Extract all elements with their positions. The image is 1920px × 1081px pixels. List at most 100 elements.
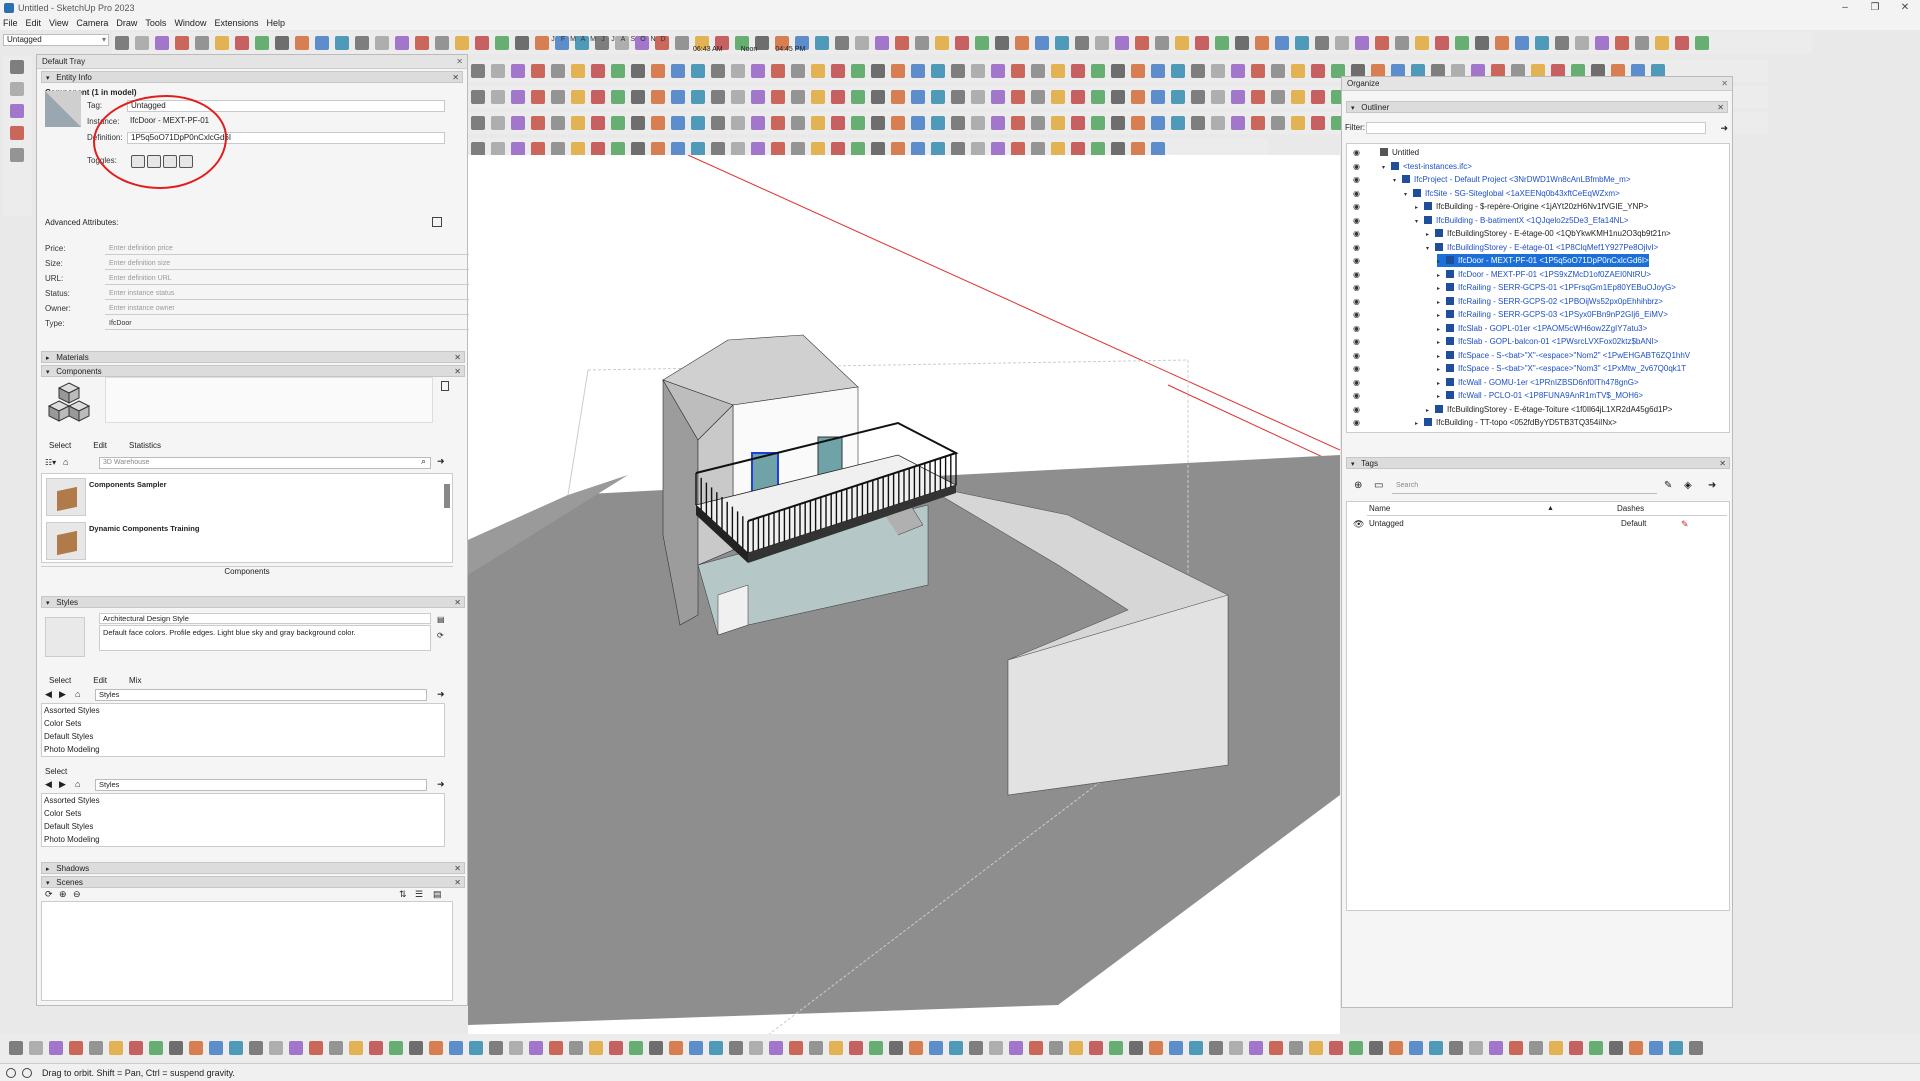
toolbar-tool-icon[interactable]: [591, 90, 605, 104]
visibility-eye-icon[interactable]: ◉: [1353, 214, 1360, 227]
tag-row[interactable]: 👁 Untagged Default ✎: [1351, 517, 1727, 531]
toolbar-tool-icon[interactable]: [949, 1041, 963, 1055]
toolbar-tool-icon[interactable]: [471, 116, 485, 130]
scene-order-icon[interactable]: ⇅: [399, 889, 407, 900]
toolbar-tool-icon[interactable]: [509, 1041, 523, 1055]
toolbar-tool-icon[interactable]: [731, 142, 745, 156]
shadows-header[interactable]: ▸ Shadows ✕: [41, 862, 465, 874]
toolbar-tool-icon[interactable]: [951, 64, 965, 78]
shadow-month[interactable]: D: [658, 36, 668, 43]
toolbar-tool-icon[interactable]: [1455, 36, 1469, 50]
toolbar-tool-icon[interactable]: [731, 90, 745, 104]
toolbar-tool-icon[interactable]: [671, 142, 685, 156]
toolbar-tool-icon[interactable]: [931, 90, 945, 104]
toolbar-tool-icon[interactable]: [1071, 116, 1085, 130]
list-item[interactable]: Default Styles: [42, 730, 444, 743]
toolbar-tool-icon[interactable]: [671, 90, 685, 104]
toolbar-tool-icon[interactable]: [591, 64, 605, 78]
toolbar-tool-icon[interactable]: [415, 36, 429, 50]
toolbar-tool-icon[interactable]: [1271, 116, 1285, 130]
toolbar-tool-icon[interactable]: [591, 142, 605, 156]
toolbar-tool-icon[interactable]: [1231, 116, 1245, 130]
toolbar-tool-icon[interactable]: [1191, 64, 1205, 78]
toolbar-tool-icon[interactable]: [135, 36, 149, 50]
back-icon[interactable]: ◀: [45, 689, 52, 700]
update-style-icon[interactable]: ⟳: [437, 631, 444, 640]
expand-arrow-icon[interactable]: ▾: [1393, 175, 1402, 188]
home-icon[interactable]: ⌂: [75, 689, 80, 699]
toolbar-tool-icon[interactable]: [1011, 142, 1025, 156]
toolbar-tool-icon[interactable]: [1191, 90, 1205, 104]
toolbar-tool-icon[interactable]: [991, 116, 1005, 130]
toolbar-tool-icon[interactable]: [971, 142, 985, 156]
toolbar-tool-icon[interactable]: [631, 90, 645, 104]
filter-input[interactable]: [1366, 122, 1706, 134]
toolbar-tool-icon[interactable]: [1089, 1041, 1103, 1055]
style-name-field[interactable]: Architectural Design Style: [99, 613, 431, 624]
toolbar-tool-icon[interactable]: [929, 1041, 943, 1055]
toolbar-tool-icon[interactable]: [129, 1041, 143, 1055]
toolbar-tool-icon[interactable]: [911, 116, 925, 130]
toolbar-tool-icon[interactable]: [491, 142, 505, 156]
toolbar-tool-icon[interactable]: [469, 1041, 483, 1055]
toolbar-tool-icon[interactable]: [1171, 90, 1185, 104]
toolbar-tool-icon[interactable]: [891, 116, 905, 130]
toolbar-tool-icon[interactable]: [1209, 1041, 1223, 1055]
toolbar-tool-icon[interactable]: [1055, 36, 1069, 50]
geo-location-icon[interactable]: [6, 1068, 16, 1078]
toolbar-tool-icon[interactable]: [831, 90, 845, 104]
visibility-eye-icon[interactable]: ◉: [1353, 227, 1360, 240]
toolbar-tool-icon[interactable]: [1011, 116, 1025, 130]
toolbar-tool-icon[interactable]: [971, 116, 985, 130]
toolbar-tool-icon[interactable]: [1111, 90, 1125, 104]
visibility-eye-icon[interactable]: ◉: [1353, 160, 1360, 173]
toolbar-tool-icon[interactable]: [771, 64, 785, 78]
toolbar-tool-icon[interactable]: [1271, 90, 1285, 104]
toolbar-tool-icon[interactable]: [915, 36, 929, 50]
toolbar-tool-icon[interactable]: [1609, 1041, 1623, 1055]
toolbar-tool-icon[interactable]: [731, 64, 745, 78]
toolbar-tool-icon[interactable]: [849, 1041, 863, 1055]
toolbar-tool-icon[interactable]: [691, 116, 705, 130]
update-scene-icon[interactable]: ⟳: [45, 889, 53, 900]
menu-edit[interactable]: Edit: [26, 18, 42, 28]
toolbar-tool-icon[interactable]: [951, 116, 965, 130]
view-options-icon[interactable]: ☰: [415, 889, 423, 900]
toolbar-tool-icon[interactable]: [1029, 1041, 1043, 1055]
visibility-eye-icon[interactable]: ◉: [1353, 389, 1360, 402]
toolbar-tool-icon[interactable]: [851, 142, 865, 156]
tree-item[interactable]: ◉ ▸ IfcRailing - SERR-GCPS-01 <1PFrsqGm1Ep…: [1353, 281, 1676, 294]
panel-close-icon[interactable]: ✕: [454, 597, 461, 608]
toolbar-tool-icon[interactable]: [1355, 36, 1369, 50]
toolbar-tool-icon[interactable]: [195, 36, 209, 50]
materials-header[interactable]: ▸ Materials ✕: [41, 351, 465, 363]
toolbar-tool-icon[interactable]: [1071, 64, 1085, 78]
toolbar-tool-icon[interactable]: [911, 64, 925, 78]
toolbar-tool-icon[interactable]: [169, 1041, 183, 1055]
toolbar-tool-icon[interactable]: [10, 60, 24, 74]
toolbar-tool-icon[interactable]: [751, 64, 765, 78]
menu-view[interactable]: View: [49, 18, 68, 28]
toolbar-tool-icon[interactable]: [1615, 36, 1629, 50]
visibility-eye-icon[interactable]: ◉: [1353, 403, 1360, 416]
components-header[interactable]: ▾ Components ✕: [41, 365, 465, 377]
expand-arrow-icon[interactable]: ▾: [1415, 216, 1424, 229]
toolbar-tool-icon[interactable]: [1149, 1041, 1163, 1055]
toolbar-tool-icon[interactable]: [1695, 36, 1709, 50]
toolbar-tool-icon[interactable]: [571, 64, 585, 78]
view-options-icon[interactable]: ☷▾: [45, 458, 56, 467]
toolbar-tool-icon[interactable]: [1211, 64, 1225, 78]
toolbar-tool-icon[interactable]: [551, 90, 565, 104]
toolbar-tool-icon[interactable]: [1151, 116, 1165, 130]
tree-item[interactable]: ◉ ▸ IfcRailing - SERR-GCPS-02 <1PBOijWs52p…: [1353, 295, 1663, 308]
toolbar-tool-icon[interactable]: [691, 64, 705, 78]
toolbar-tool-icon[interactable]: [1589, 1041, 1603, 1055]
toolbar-tool-icon[interactable]: [1475, 36, 1489, 50]
toolbar-tool-icon[interactable]: [491, 64, 505, 78]
tree-item[interactable]: ◉ ▸ IfcSlab - GOPL-balcon-01 <1PWsrcLVXFox…: [1353, 335, 1658, 348]
toolbar-tool-icon[interactable]: [791, 64, 805, 78]
toolbar-tool-icon[interactable]: [1171, 116, 1185, 130]
toolbar-tool-icon[interactable]: [511, 90, 525, 104]
shadow-month[interactable]: F: [558, 36, 568, 43]
toolbar-tool-icon[interactable]: [1115, 36, 1129, 50]
